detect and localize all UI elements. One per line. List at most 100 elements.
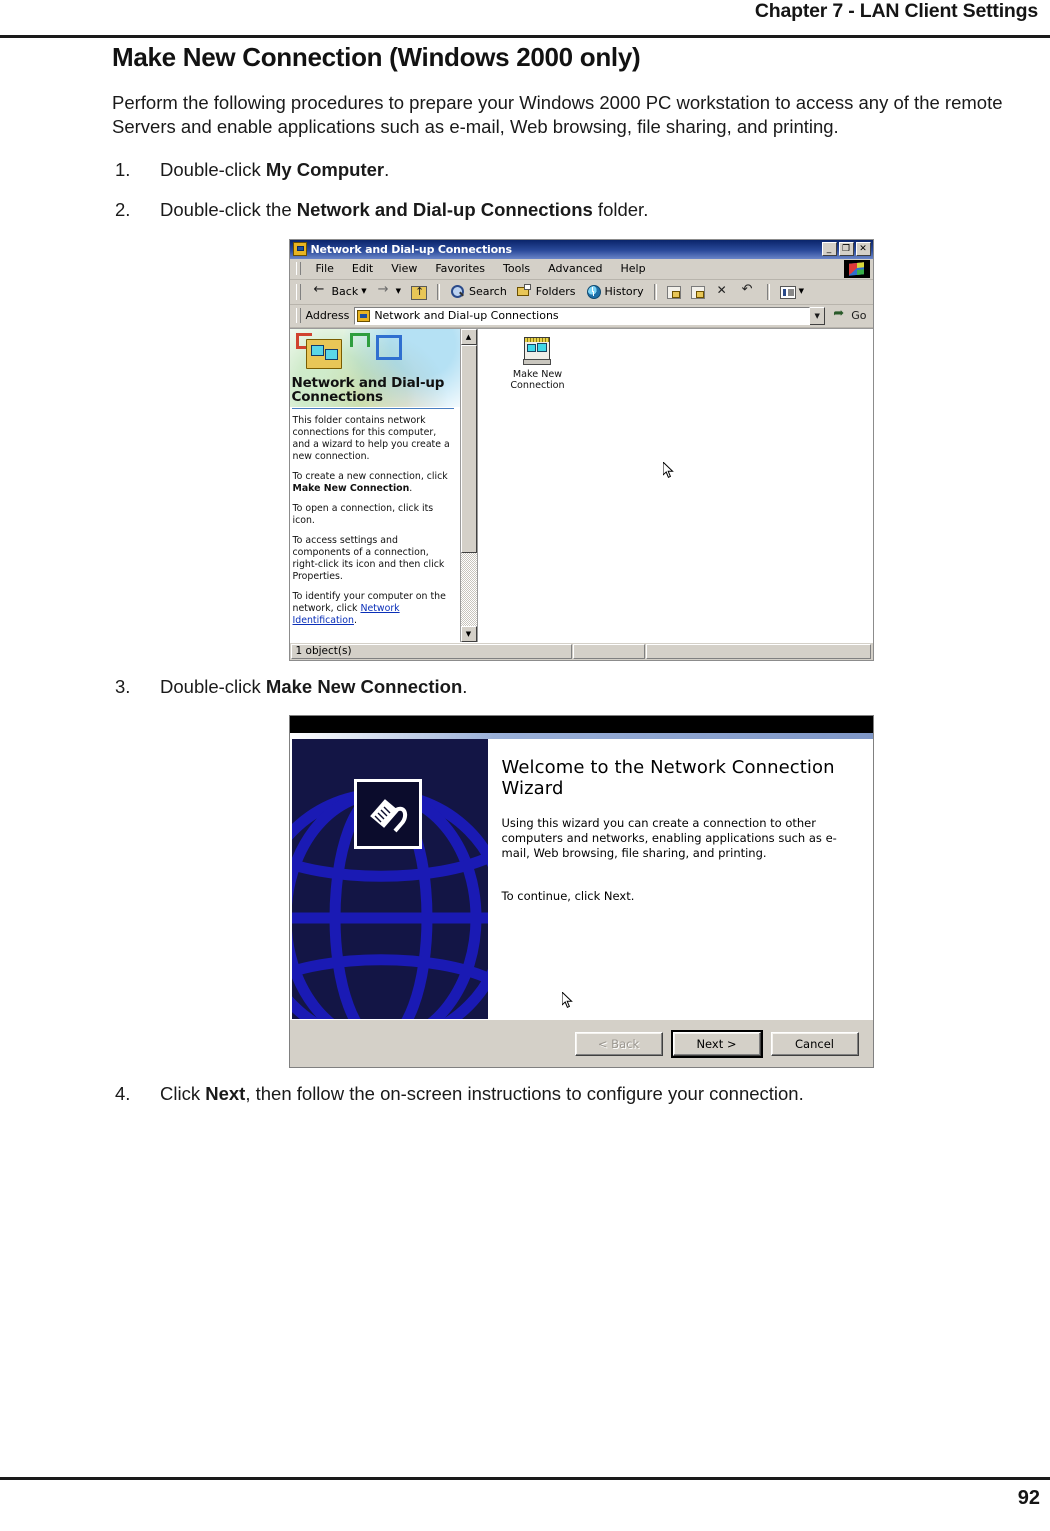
list-item: 1. Double-click My Computer. xyxy=(112,158,1050,182)
menu-item-edit[interactable]: Edit xyxy=(343,262,382,275)
go-button[interactable]: Go xyxy=(825,306,872,323)
footer-rule xyxy=(0,1477,1050,1480)
forward-arrow-icon xyxy=(377,282,393,299)
menu-item-file[interactable]: File xyxy=(307,262,343,275)
chevron-down-icon[interactable]: ▼ xyxy=(361,288,366,295)
step-number: 1. xyxy=(115,158,131,180)
step-text-pre: Double-click xyxy=(160,158,266,180)
wizard-graphic-panel xyxy=(291,739,488,1020)
network-connection-wizard-window: Welcome to the Network Connection Wizard… xyxy=(288,715,874,1069)
network-plug-icon xyxy=(353,779,422,850)
folders-button-label: Folders xyxy=(535,285,576,299)
status-objects: 1 object(s) xyxy=(290,643,572,659)
network-connections-banner-icon xyxy=(305,338,342,369)
wizard-heading: Welcome to the Network Connection Wizard xyxy=(501,757,835,800)
step-text-bold: Make New Connection xyxy=(265,675,463,697)
back-button[interactable]: < Back xyxy=(574,1031,663,1056)
list-item: 4. Click Next, then follow the on-screen … xyxy=(112,1082,1050,1106)
steps-list-continued: 3. Double-click Make New Connection. xyxy=(112,675,1050,699)
header-rule xyxy=(0,35,1050,38)
toolbar-separator xyxy=(766,283,770,300)
info-paragraph: This folder contains network connections… xyxy=(292,414,450,462)
vertical-scrollbar[interactable]: ▲ ▼ xyxy=(459,328,477,642)
status-cell-2 xyxy=(572,643,645,659)
step-text-post: . xyxy=(384,158,390,180)
list-item-label: Make New Connection xyxy=(496,369,580,391)
make-new-connection-icon xyxy=(522,336,554,367)
step-text-bold: My Computer xyxy=(265,158,385,180)
menu-item-tools[interactable]: Tools xyxy=(494,262,539,275)
tool-bar: Back ▼ ▼ Search xyxy=(289,280,873,305)
menu-grip[interactable] xyxy=(295,262,301,276)
status-bar: 1 object(s) xyxy=(289,641,873,660)
step-number: 3. xyxy=(115,675,131,697)
chevron-down-icon[interactable]: ▼ xyxy=(396,288,401,295)
network-connections-icon xyxy=(292,242,307,257)
delete-button[interactable] xyxy=(710,283,736,299)
info-paragraph: To create a new connection, click Make N… xyxy=(293,471,454,495)
label-line-1: Make New xyxy=(512,368,563,380)
network-connections-window: Network and Dial-up Connections _ ❐ ✕ Fi… xyxy=(288,238,874,661)
address-input[interactable]: Network and Dial-up Connections xyxy=(354,306,811,325)
copy-to-button[interactable] xyxy=(686,284,710,300)
menu-item-help[interactable]: Help xyxy=(612,262,655,275)
page-content: Make New Connection (Windows 2000 only) … xyxy=(112,42,1050,1122)
document-page: Chapter 7 - LAN Client Settings Make New… xyxy=(0,0,1050,1531)
scrollbar-track[interactable] xyxy=(460,344,477,626)
menu-item-view[interactable]: View xyxy=(382,262,426,275)
chevron-down-icon[interactable]: ▼ xyxy=(799,288,804,295)
views-button[interactable]: ▼ xyxy=(775,284,809,300)
wizard-button-bar: < Back Next > Cancel xyxy=(289,1019,873,1068)
scroll-down-button[interactable]: ▼ xyxy=(460,625,477,642)
search-button[interactable]: Search xyxy=(445,284,512,299)
step-text-pre: Double-click the xyxy=(160,199,297,221)
page-title: Make New Connection (Windows 2000 only) xyxy=(112,42,641,72)
delete-icon xyxy=(715,283,731,299)
menu-item-advanced[interactable]: Advanced xyxy=(539,262,611,275)
figure-explorer: Network and Dial-up Connections _ ❐ ✕ Fi… xyxy=(112,238,1050,661)
menu-bar: File Edit View Favorites Tools Advanced … xyxy=(289,259,873,280)
undo-icon xyxy=(741,282,757,299)
folders-button[interactable]: Folders xyxy=(512,284,581,299)
history-button[interactable]: History xyxy=(581,284,649,300)
address-grip[interactable] xyxy=(295,308,301,324)
step-number: 4. xyxy=(115,1083,131,1105)
info-pane-text: This folder contains network connections… xyxy=(290,409,460,627)
address-bar: Address Network and Dial-up Connections … xyxy=(289,305,873,328)
search-button-label: Search xyxy=(469,285,507,299)
list-item[interactable]: Make New Connection xyxy=(496,336,580,391)
wizard-content: Welcome to the Network Connection Wizard… xyxy=(487,739,873,1020)
restore-button[interactable]: ❐ xyxy=(838,242,854,257)
address-dropdown-button[interactable]: ▼ xyxy=(809,306,826,325)
info-pane-banner: Network and Dial-up Connections xyxy=(289,328,460,407)
move-to-icon xyxy=(666,286,681,300)
info-text: . xyxy=(409,482,413,494)
move-to-button[interactable] xyxy=(662,284,686,300)
menu-item-favorites[interactable]: Favorites xyxy=(426,262,494,275)
back-arrow-icon xyxy=(313,282,329,299)
address-label: Address xyxy=(305,309,350,323)
back-button[interactable]: Back ▼ xyxy=(308,282,372,299)
file-list-pane[interactable]: Make New Connection xyxy=(476,328,873,642)
next-button[interactable]: Next > xyxy=(670,1029,763,1058)
up-button[interactable] xyxy=(406,284,432,300)
info-text: . xyxy=(353,615,357,627)
scrollbar-thumb[interactable] xyxy=(460,344,477,553)
toolbar-grip[interactable] xyxy=(295,283,301,300)
close-button[interactable]: ✕ xyxy=(855,242,871,257)
minimize-button[interactable]: _ xyxy=(821,242,837,257)
undo-button[interactable] xyxy=(736,282,762,299)
info-paragraph: To identify your computer on the network… xyxy=(293,591,454,627)
cancel-button[interactable]: Cancel xyxy=(770,1031,859,1056)
search-icon xyxy=(450,284,466,299)
views-icon xyxy=(779,286,796,300)
back-button-label: Back xyxy=(331,285,359,299)
forward-button[interactable]: ▼ xyxy=(372,282,406,299)
network-connections-icon xyxy=(357,309,371,322)
steps-list-final: 4. Click Next, then follow the on-screen … xyxy=(112,1082,1050,1106)
history-button-label: History xyxy=(604,285,644,299)
step-text-bold: Next xyxy=(205,1083,246,1105)
mouse-cursor-icon xyxy=(561,990,574,1010)
window-title: Network and Dial-up Connections xyxy=(310,242,513,256)
scroll-up-button[interactable]: ▲ xyxy=(460,328,477,345)
